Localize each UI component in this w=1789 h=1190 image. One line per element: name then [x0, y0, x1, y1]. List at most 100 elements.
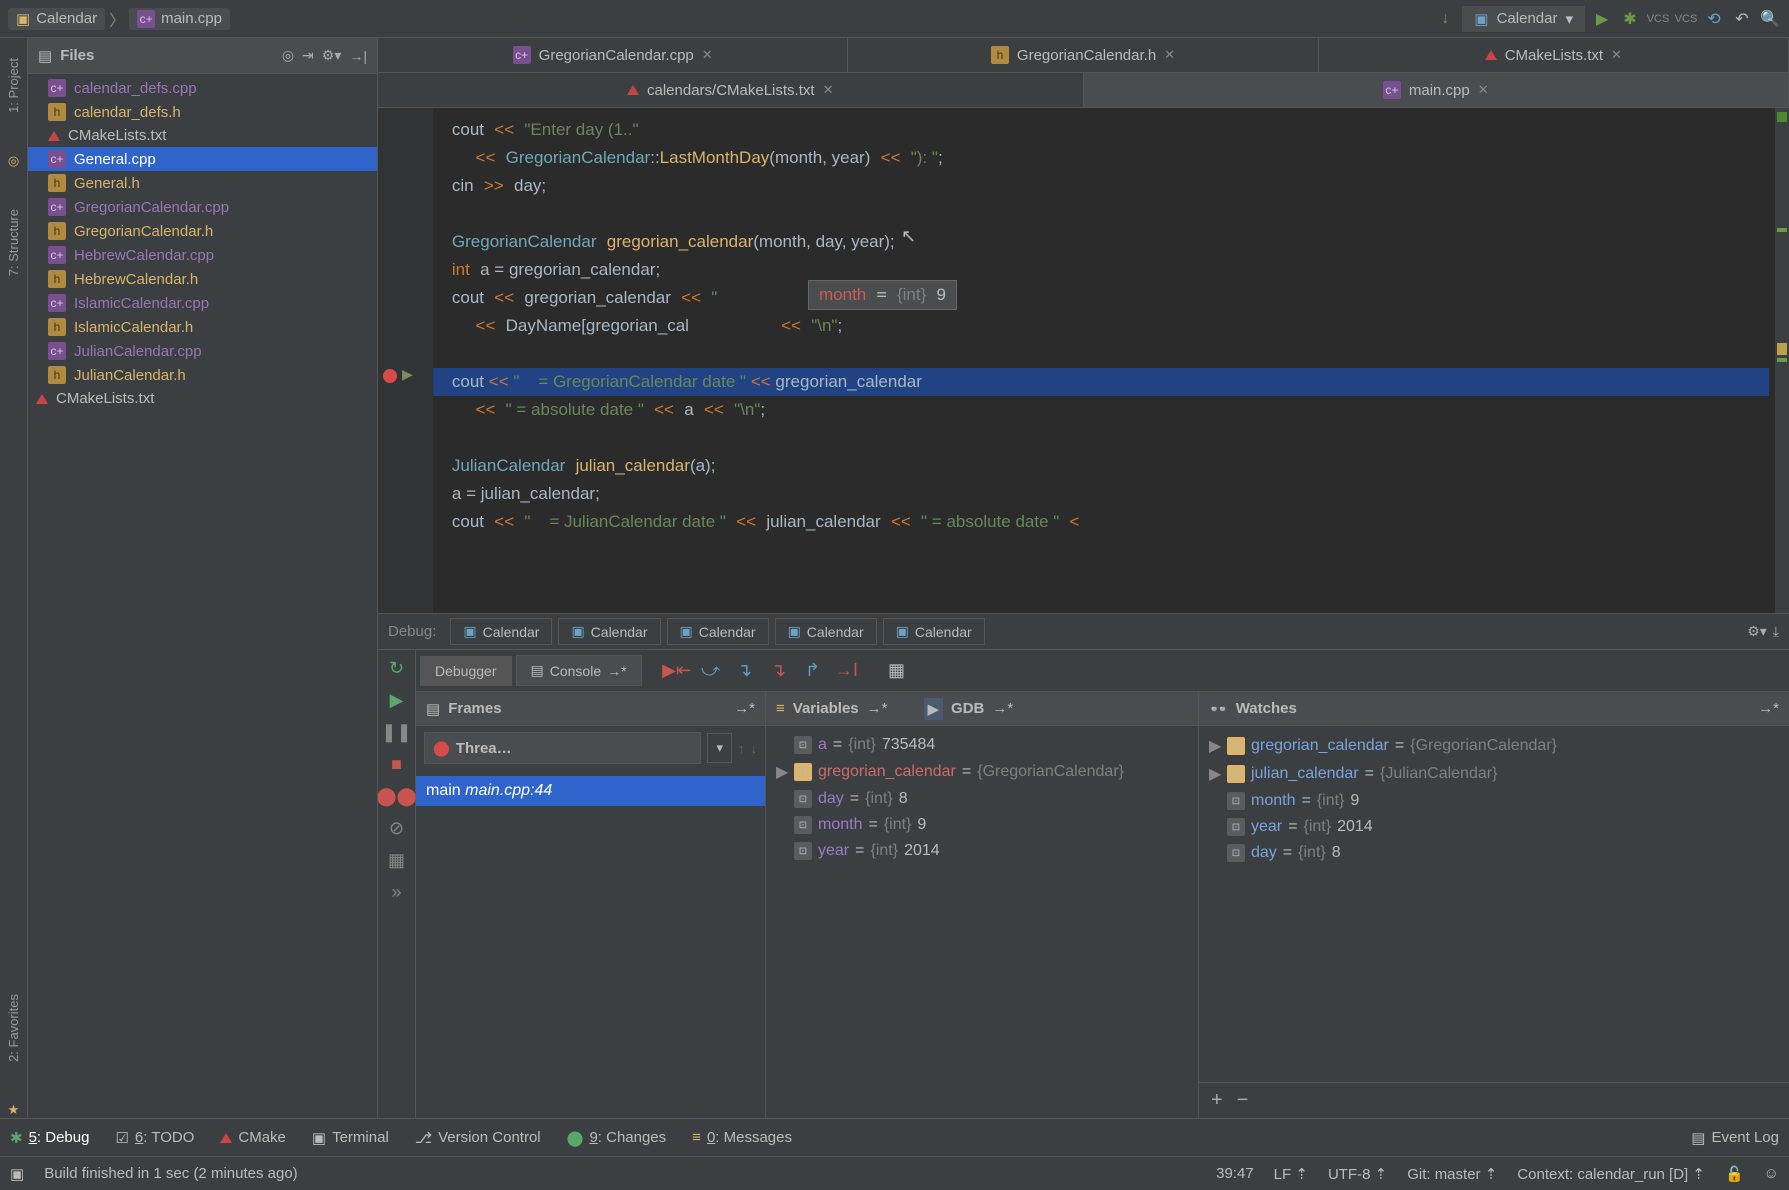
show-exec-point-icon[interactable]: ▶⇤	[662, 656, 692, 686]
vcs-tool-button[interactable]: ⎇ Version Control	[415, 1129, 541, 1147]
variable-row[interactable]: ▶⊡ julian_calendar = {JulianCalendar}	[1199, 760, 1789, 788]
debug-config-tab[interactable]: ▣Calendar	[450, 618, 552, 645]
debug-config-tab[interactable]: ▣Calendar	[883, 618, 985, 645]
run-config-selector[interactable]: ▣ Calendar ▾	[1462, 6, 1585, 32]
file-item[interactable]: c+HebrewCalendar.cpp	[28, 243, 377, 267]
step-into-icon[interactable]: ↴	[730, 656, 760, 686]
hide-icon[interactable]: →|	[349, 48, 367, 64]
gear-icon[interactable]: ⚙▾	[322, 47, 342, 64]
close-icon[interactable]: ✕	[1611, 47, 1622, 63]
context[interactable]: Context: calendar_run [D] ⇡	[1517, 1165, 1705, 1183]
file-item[interactable]: hJulianCalendar.h	[28, 363, 377, 387]
variable-row[interactable]: ⊡ month = {int} 9	[766, 812, 1198, 838]
mute-bp-icon[interactable]: ⊘	[387, 818, 407, 838]
thread-selector[interactable]: ⬤ Threa…	[424, 732, 701, 764]
breakpoint-icon[interactable]	[383, 369, 397, 383]
debugger-tab[interactable]: Debugger	[420, 656, 512, 686]
undo-icon[interactable]: ↶	[1731, 8, 1753, 30]
search-icon[interactable]: 🔍	[1759, 8, 1781, 30]
pin-icon[interactable]: →*	[992, 700, 1013, 717]
history-icon[interactable]: ⟲	[1703, 8, 1725, 30]
project-tool-button[interactable]: 1: Project	[6, 58, 21, 113]
structure-tool-button[interactable]: 7: Structure	[6, 209, 21, 276]
file-item[interactable]: hGeneral.h	[28, 171, 377, 195]
git-branch[interactable]: Git: master ⇡	[1407, 1165, 1497, 1183]
variable-row[interactable]: ▶⊡ gregorian_calendar = {GregorianCalend…	[766, 758, 1198, 786]
file-item[interactable]: c+General.cpp	[28, 147, 377, 171]
console-tab[interactable]: ▤ Console →*	[516, 655, 642, 686]
change-marker[interactable]	[1777, 228, 1787, 232]
watches-list[interactable]: ▶⊡ gregorian_calendar = {GregorianCalend…	[1199, 726, 1789, 1082]
variable-row[interactable]: ▶⊡ gregorian_calendar = {GregorianCalend…	[1199, 732, 1789, 760]
breadcrumb-file[interactable]: c+ main.cpp	[129, 8, 230, 30]
rerun-icon[interactable]: ↻	[387, 658, 407, 678]
close-icon[interactable]: ✕	[702, 47, 713, 63]
frame-item[interactable]: main main.cpp:44	[416, 776, 765, 806]
editor-tab[interactable]: calendars/CMakeLists.txt✕	[378, 73, 1084, 107]
status-icon[interactable]: ▣	[10, 1165, 24, 1183]
file-item[interactable]: CMakeLists.txt	[28, 124, 377, 147]
collapse-icon[interactable]: ⇥	[302, 47, 314, 64]
debug-config-tab[interactable]: ▣Calendar	[775, 618, 877, 645]
encoding[interactable]: UTF-8 ⇡	[1328, 1165, 1387, 1183]
lock-icon[interactable]: 🔓	[1725, 1165, 1744, 1183]
evaluate-icon[interactable]: ▦	[882, 656, 912, 686]
dropdown-icon[interactable]: ▾	[707, 733, 732, 763]
vcs-update-icon[interactable]: VCS	[1647, 8, 1669, 30]
frames-list[interactable]: main main.cpp:44	[416, 770, 765, 1118]
line-separator[interactable]: LF ⇡	[1274, 1165, 1308, 1183]
close-icon[interactable]: ✕	[1164, 47, 1175, 63]
code-content[interactable]: cout << "Enter day (1.." << GregorianCal…	[433, 116, 1769, 536]
editor-right-strip[interactable]	[1775, 108, 1789, 613]
editor-tab[interactable]: c+main.cpp✕	[1084, 73, 1789, 107]
more-icon[interactable]: »	[387, 882, 407, 902]
file-item[interactable]: hcalendar_defs.h	[28, 100, 377, 124]
debug-icon[interactable]: ✱	[1619, 8, 1641, 30]
step-out-icon[interactable]: ↱	[798, 656, 828, 686]
target-icon[interactable]: ◎	[282, 47, 294, 64]
restore-icon[interactable]: →*	[734, 700, 755, 717]
variable-row[interactable]: ⊡ year = {int} 2014	[1199, 814, 1789, 840]
debug-config-tab[interactable]: ▣Calendar	[558, 618, 660, 645]
editor-tab[interactable]: CMakeLists.txt✕	[1319, 38, 1789, 72]
close-icon[interactable]: ✕	[1478, 82, 1489, 98]
variable-row[interactable]: ⊡ day = {int} 8	[766, 786, 1198, 812]
file-item[interactable]: hIslamicCalendar.h	[28, 315, 377, 339]
eventlog-tool-button[interactable]: ▤ Event Log	[1691, 1129, 1779, 1147]
inspector-icon[interactable]: ☺	[1764, 1165, 1779, 1182]
file-item[interactable]: c+calendar_defs.cpp	[28, 76, 377, 100]
debug-config-tab[interactable]: ▣Calendar	[667, 618, 769, 645]
variable-row[interactable]: ⊡ month = {int} 9	[1199, 788, 1789, 814]
variable-row[interactable]: ⊡ a = {int} 735484	[766, 732, 1198, 758]
run-to-cursor-icon[interactable]: →I	[832, 656, 862, 686]
warning-marker[interactable]	[1777, 343, 1787, 355]
file-item[interactable]: c+IslamicCalendar.cpp	[28, 291, 377, 315]
breadcrumb-project[interactable]: ▣ Calendar	[8, 8, 105, 30]
variable-row[interactable]: ⊡ day = {int} 8	[1199, 840, 1789, 866]
change-marker[interactable]	[1777, 358, 1787, 362]
restore-icon[interactable]: →*	[1758, 700, 1779, 717]
pin-icon[interactable]: →*	[867, 700, 888, 717]
next-frame-icon[interactable]: ↓	[751, 741, 758, 756]
force-step-icon[interactable]: ↴	[764, 656, 794, 686]
breakpoint-list-icon[interactable]: ⬤⬤	[387, 786, 407, 806]
file-item[interactable]: hHebrewCalendar.h	[28, 267, 377, 291]
changes-tool-button[interactable]: ⬤ 9: Changes	[567, 1129, 667, 1147]
file-item[interactable]: c+GregorianCalendar.cpp	[28, 195, 377, 219]
file-item[interactable]: hGregorianCalendar.h	[28, 219, 377, 243]
gdb-title[interactable]: GDB	[951, 700, 984, 717]
close-icon[interactable]: ✕	[823, 82, 834, 98]
terminal-tool-button[interactable]: ▣ Terminal	[312, 1129, 389, 1147]
file-item[interactable]: CMakeLists.txt	[28, 387, 377, 410]
layout-icon[interactable]: ▦	[387, 850, 407, 870]
variable-row[interactable]: ⊡ year = {int} 2014	[766, 838, 1198, 864]
expand-icon[interactable]: ▶	[776, 762, 788, 782]
expand-icon[interactable]: ▶	[1209, 764, 1221, 784]
gear-icon[interactable]: ⚙▾	[1747, 623, 1767, 640]
add-watch-icon[interactable]: +	[1211, 1089, 1223, 1112]
todo-tool-button[interactable]: ☑ 6: TODO	[115, 1129, 194, 1147]
run-icon[interactable]: ▶	[1591, 8, 1613, 30]
messages-tool-button[interactable]: ≡ 0: Messages	[692, 1129, 792, 1146]
editor-tab[interactable]: c+GregorianCalendar.cpp✕	[378, 38, 848, 72]
gutter[interactable]: ▶	[378, 108, 433, 613]
